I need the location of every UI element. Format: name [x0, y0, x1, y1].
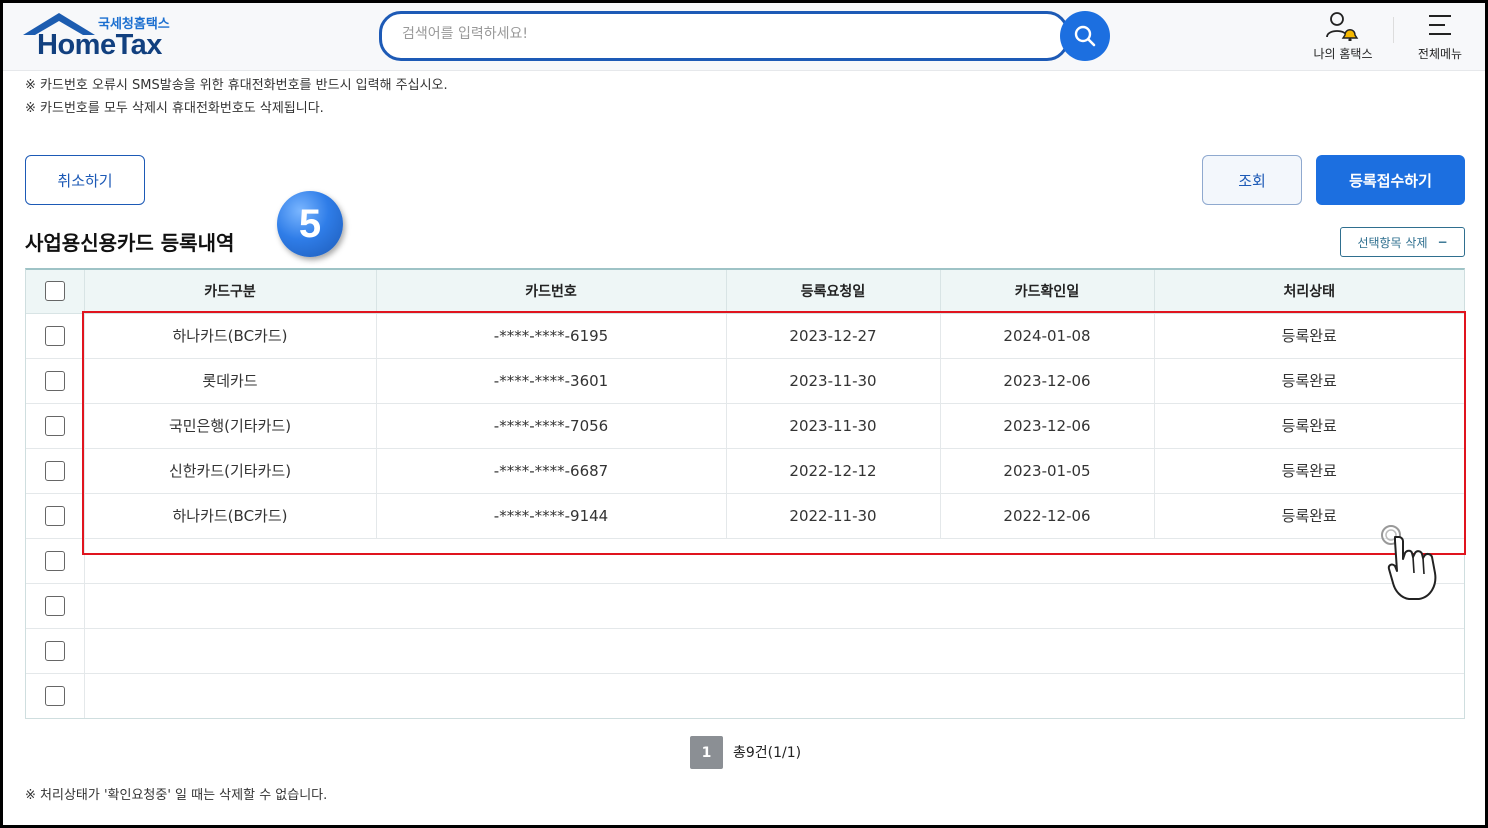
delete-selected-label: 선택항목 삭제: [1357, 235, 1428, 250]
card-type-cell: 국민은행(기타카드): [84, 403, 377, 449]
card-type-cell: 하나카드(BC카드): [84, 313, 377, 359]
select-all-cell: [26, 270, 85, 314]
empty-row: [26, 673, 1464, 718]
confirm-date-cell: 2023-12-06: [940, 358, 1155, 404]
my-hometax-label: 나의 홈택스: [1313, 47, 1373, 61]
card-number-cell: -****-****-6195: [376, 313, 727, 359]
inquiry-button[interactable]: 조회: [1202, 155, 1302, 205]
section-title: 사업용신용카드 등록내역: [25, 231, 235, 255]
status-cell: 등록완료: [1154, 403, 1464, 449]
hand-pointer-icon: [1381, 525, 1437, 600]
page-number-button[interactable]: 1: [690, 736, 723, 769]
page-frame: 국세청홈택스 HomeTax 나의 홈택스: [0, 0, 1488, 828]
confirm-date-cell: 2023-01-05: [940, 448, 1155, 494]
row-checkbox[interactable]: [44, 370, 65, 391]
col-request-date: 등록요청일: [726, 270, 941, 314]
table-row[interactable]: 하나카드(BC카드) -****-****-9144 2022-11-30 20…: [26, 493, 1464, 539]
empty-row: [26, 628, 1464, 674]
pagination-total: 총9건(1/1): [733, 745, 802, 761]
row-checkbox[interactable]: [44, 325, 65, 346]
row-checkbox[interactable]: [44, 550, 65, 571]
select-all-checkbox[interactable]: [44, 281, 65, 302]
row-checkbox[interactable]: [44, 640, 65, 661]
hometax-logo[interactable]: 국세청홈택스 HomeTax: [23, 11, 183, 63]
status-cell: 등록완료: [1154, 358, 1464, 404]
col-confirm-date: 카드확인일: [940, 270, 1155, 314]
col-card-number: 카드번호: [376, 270, 727, 314]
col-card-type: 카드구분: [84, 270, 377, 314]
card-type-cell: 신한카드(기타카드): [84, 448, 377, 494]
search-box: [379, 11, 1069, 61]
status-cell: 등록완료: [1154, 313, 1464, 359]
empty-row: [26, 583, 1464, 629]
footer-notice: ※ 처리상태가 '확인요청중' 일 때는 삭제할 수 없습니다.: [25, 788, 328, 803]
card-table: 카드구분 카드번호 등록요청일 카드확인일 처리상태 하나카드(BC카드) -*…: [25, 268, 1465, 719]
card-number-cell: -****-****-7056: [376, 403, 727, 449]
search-icon: [1074, 25, 1096, 47]
all-menu-label: 전체메뉴: [1417, 47, 1463, 61]
notice-sms: ※ 카드번호 오류시 SMS발송을 위한 휴대전화번호를 반드시 입력해 주십시…: [25, 78, 448, 93]
my-hometax-button[interactable]: 나의 홈택스: [1303, 9, 1383, 65]
all-menu-button[interactable]: 전체메뉴: [1403, 9, 1477, 65]
row-checkbox[interactable]: [44, 595, 65, 616]
table-header-row: 카드구분 카드번호 등록요청일 카드확인일 처리상태: [26, 270, 1464, 314]
step-badge: 5: [277, 191, 343, 257]
row-checkbox[interactable]: [44, 460, 65, 481]
table-row[interactable]: 롯데카드 -****-****-3601 2023-11-30 2023-12-…: [26, 358, 1464, 404]
minus-icon: −: [1437, 235, 1448, 249]
notice-delete: ※ 카드번호를 모두 삭제시 휴대전화번호도 삭제됩니다.: [25, 101, 324, 116]
table-row[interactable]: 신한카드(기타카드) -****-****-6687 2022-12-12 20…: [26, 448, 1464, 494]
hamburger-icon: [1429, 15, 1451, 35]
request-date-cell: 2023-11-30: [726, 403, 941, 449]
card-number-cell: -****-****-9144: [376, 493, 727, 539]
user-bell-icon: [1326, 12, 1359, 41]
delete-selected-button[interactable]: 선택항목 삭제 −: [1340, 227, 1465, 257]
empty-row: [26, 538, 1464, 584]
card-number-cell: -****-****-3601: [376, 358, 727, 404]
request-date-cell: 2023-11-30: [726, 358, 941, 404]
cancel-button[interactable]: 취소하기: [25, 155, 145, 205]
card-number-cell: -****-****-6687: [376, 448, 727, 494]
register-button[interactable]: 등록접수하기: [1316, 155, 1465, 205]
logo-title: HomeTax: [37, 29, 162, 61]
table-row[interactable]: 하나카드(BC카드) -****-****-6195 2023-12-27 20…: [26, 313, 1464, 359]
search-button[interactable]: [1060, 11, 1110, 61]
card-type-cell: 롯데카드: [84, 358, 377, 404]
request-date-cell: 2022-12-12: [726, 448, 941, 494]
status-cell: 등록완료: [1154, 448, 1464, 494]
search-input[interactable]: [402, 26, 1002, 42]
col-status: 처리상태: [1154, 270, 1464, 314]
card-type-cell: 하나카드(BC카드): [84, 493, 377, 539]
row-checkbox[interactable]: [44, 415, 65, 436]
table-row[interactable]: 국민은행(기타카드) -****-****-7056 2023-11-30 20…: [26, 403, 1464, 449]
confirm-date-cell: 2023-12-06: [940, 403, 1155, 449]
confirm-date-cell: 2022-12-06: [940, 493, 1155, 539]
row-checkbox[interactable]: [44, 505, 65, 526]
row-checkbox[interactable]: [44, 685, 65, 706]
confirm-date-cell: 2024-01-08: [940, 313, 1155, 359]
header-divider: [1393, 17, 1394, 43]
request-date-cell: 2023-12-27: [726, 313, 941, 359]
request-date-cell: 2022-11-30: [726, 493, 941, 539]
site-header: 국세청홈택스 HomeTax 나의 홈택스: [3, 3, 1485, 71]
